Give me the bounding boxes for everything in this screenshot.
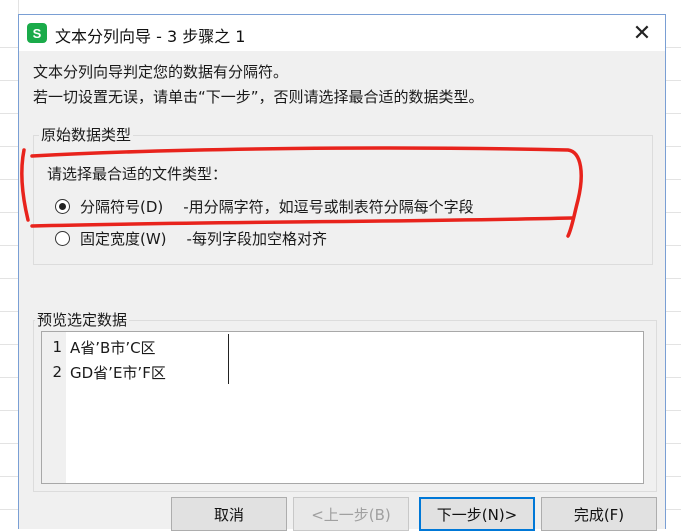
preview-legend: 预览选定数据	[35, 309, 130, 330]
spreadsheet-row-headers	[0, 0, 19, 529]
finish-button[interactable]: 完成(F)	[541, 497, 657, 531]
back-button[interactable]: <上一步(B)	[293, 497, 409, 531]
original-data-type-legend: 原始数据类型	[39, 124, 134, 145]
preview-row: 2 GD省’E市’F区	[42, 360, 166, 384]
preview-row-number: 1	[52, 338, 62, 356]
cancel-button[interactable]: 取消	[171, 497, 287, 531]
description-line-1: 文本分列向导判定您的数据有分隔符。	[33, 63, 289, 81]
wps-spreadsheet-app-icon: S	[27, 23, 47, 43]
preview-column-separator	[228, 334, 229, 384]
radio-delimited-label: 分隔符号(D)	[80, 198, 164, 216]
preview-row: 1 A省’B市’C区	[42, 335, 156, 359]
text-to-columns-wizard-dialog: S 文本分列向导 - 3 步骤之 1 ✕ 文本分列向导判定您的数据有分隔符。 若…	[18, 14, 666, 531]
preview-row-text: GD省’E市’F区	[70, 363, 166, 382]
radio-delimited-indicator[interactable]	[55, 199, 70, 214]
description-line-2: 若一切设置无误，请单击“下一步”，否则请选择最合适的数据类型。	[33, 88, 484, 106]
radio-fixed-width-label: 固定宽度(W)	[80, 230, 167, 248]
file-type-prompt: 请选择最合适的文件类型：	[47, 165, 228, 183]
close-button[interactable]: ✕	[619, 15, 665, 51]
preview-row-text: A省’B市’C区	[70, 338, 156, 357]
radio-fixed-width-description: -每列字段加空格对齐	[186, 230, 327, 248]
radio-fixed-width[interactable]: 固定宽度(W) -每列字段加空格对齐	[55, 228, 327, 249]
radio-delimited[interactable]: 分隔符号(D) -用分隔字符，如逗号或制表符分隔每个字段	[55, 196, 474, 217]
radio-fixed-width-indicator[interactable]	[55, 231, 70, 246]
radio-delimited-description: -用分隔字符，如逗号或制表符分隔每个字段	[183, 198, 474, 216]
spreadsheet-edge	[666, 0, 681, 529]
dialog-title: 文本分列向导 - 3 步骤之 1	[55, 27, 246, 46]
preview-row-number: 2	[52, 363, 62, 381]
preview-data-list[interactable]: 1 A省’B市’C区 2 GD省’E市’F区	[41, 331, 644, 484]
title-bar: S 文本分列向导 - 3 步骤之 1 ✕	[19, 15, 665, 51]
next-button[interactable]: 下一步(N)>	[419, 497, 535, 531]
close-icon: ✕	[632, 20, 652, 46]
